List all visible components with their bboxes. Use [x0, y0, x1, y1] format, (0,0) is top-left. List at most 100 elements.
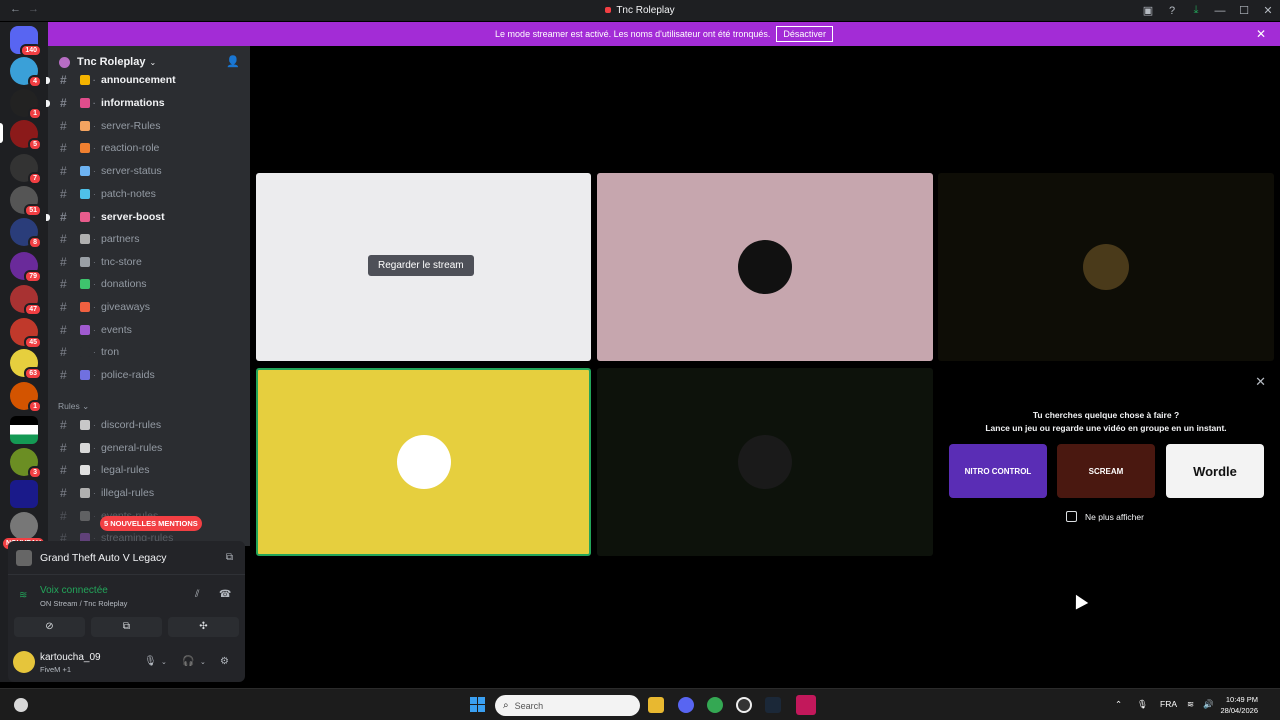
server-icon[interactable]: 47	[10, 285, 42, 316]
invite-people-icon[interactable]: 👤	[226, 55, 240, 68]
channel-item[interactable]: # · server-boost	[46, 207, 246, 227]
server-icon[interactable]: 1	[10, 382, 42, 413]
server-badge: 4	[28, 75, 42, 88]
avatar[interactable]	[13, 651, 35, 673]
chevron-down-icon[interactable]: ⌄	[161, 658, 167, 666]
server-icon[interactable]: 45	[10, 318, 42, 349]
inbox-icon[interactable]: ▣	[1136, 4, 1160, 17]
server-icon[interactable]: 5	[10, 120, 42, 151]
clock[interactable]: 10:49 PM 28/04/2026	[1220, 694, 1258, 716]
stream-game-icon[interactable]: ⧉	[226, 552, 233, 563]
server-icon[interactable]: 79	[10, 252, 42, 283]
wifi-icon[interactable]: ≋	[1187, 699, 1194, 710]
channel-item[interactable]: # · patch-notes	[56, 184, 246, 204]
channel-item[interactable]: # · server-status	[56, 161, 246, 181]
channel-name: partners	[101, 233, 140, 245]
dont-show-again[interactable]: Ne plus afficher	[1066, 511, 1144, 522]
discord-icon[interactable]	[678, 697, 694, 713]
clock-date: 28/04/2026	[1220, 706, 1258, 715]
steam-icon[interactable]	[765, 697, 781, 713]
participant-tile[interactable]	[938, 173, 1274, 361]
noise-suppression-icon[interactable]: ⫽	[195, 589, 199, 600]
show-hidden-icons[interactable]: ⌃	[1115, 699, 1122, 710]
server-icon[interactable]	[10, 480, 38, 508]
close-icon[interactable]: ✕	[1256, 4, 1280, 17]
server-icon[interactable]: 1	[10, 89, 42, 120]
channel-item[interactable]: # · tnc-store	[56, 252, 246, 272]
channel-item[interactable]: # · server-Rules	[56, 116, 246, 136]
microphone-icon[interactable]: 🎙	[1137, 699, 1148, 710]
app-icon[interactable]	[796, 695, 816, 715]
server-icon[interactable]	[10, 512, 38, 540]
camera-off-icon[interactable]: ⊘	[14, 617, 85, 637]
server-icon[interactable]	[10, 416, 38, 444]
participant-tile[interactable]	[597, 368, 933, 556]
taskbar-search[interactable]: ⌕ Search	[495, 695, 640, 716]
channel-item[interactable]: # · partners	[56, 229, 246, 249]
server-icon[interactable]: 63	[10, 349, 42, 380]
signal-icon[interactable]: ≋	[19, 590, 27, 601]
server-icon[interactable]: 3	[10, 448, 42, 479]
screen-share-icon[interactable]: ⧉	[91, 617, 162, 637]
category-rules[interactable]: Rules ⌄	[58, 401, 89, 412]
hash-icon: #	[60, 210, 67, 224]
app-icon[interactable]	[736, 697, 752, 713]
chrome-icon[interactable]	[707, 697, 723, 713]
chevron-down-icon[interactable]: ⌄	[200, 658, 206, 666]
start-button[interactable]	[470, 697, 485, 712]
watch-stream-button[interactable]: Regarder le stream	[368, 255, 474, 276]
channel-name: discord-rules	[101, 419, 162, 431]
direct-messages-icon[interactable]: 140	[10, 26, 42, 57]
voice-channel[interactable]: ON Stream / Tnc Roleplay	[40, 599, 127, 608]
server-icon[interactable]: 7	[10, 154, 42, 185]
settings-gear-icon[interactable]: ⚙	[220, 656, 229, 667]
channel-item[interactable]: # · legal-rules	[56, 460, 246, 480]
volume-icon[interactable]: 🔊	[1203, 699, 1214, 710]
server-icon[interactable]: 8	[10, 218, 42, 249]
disconnect-icon[interactable]: ☎	[219, 589, 231, 600]
participant-tile[interactable]	[597, 173, 933, 361]
channel-item[interactable]: # · donations	[56, 274, 246, 294]
banner-close-icon[interactable]: ✕	[1256, 27, 1266, 41]
channel-item[interactable]: # · informations	[46, 93, 246, 113]
participant-tile-speaking[interactable]	[256, 368, 591, 556]
disable-streamer-button[interactable]: Désactiver	[776, 26, 833, 42]
channel-emoji-icon	[80, 121, 90, 131]
channel-item[interactable]: # · police-raids	[56, 365, 246, 385]
help-icon[interactable]: ?	[1160, 5, 1184, 17]
download-icon[interactable]: ⤓	[1184, 4, 1208, 17]
separator: ·	[93, 370, 96, 380]
channel-item[interactable]: # · giveaways	[56, 297, 246, 317]
channel-emoji-icon	[80, 465, 90, 475]
server-icon[interactable]: 4	[10, 57, 42, 88]
channel-item[interactable]: # · events	[56, 320, 246, 340]
file-explorer-icon[interactable]	[648, 697, 664, 713]
server-badge: 3	[28, 466, 42, 479]
channel-emoji-icon	[80, 166, 90, 176]
separator: ·	[93, 279, 96, 289]
headphones-icon[interactable]: 🎧	[182, 656, 194, 667]
widgets-icon[interactable]	[14, 698, 28, 712]
hash-icon: #	[60, 418, 67, 432]
channel-item[interactable]: # · general-rules	[56, 438, 246, 458]
activity-card-nitro-control[interactable]: NITRO CONTROL	[949, 444, 1047, 498]
close-icon[interactable]: ✕	[1255, 374, 1266, 390]
server-icon[interactable]: 51	[10, 186, 42, 217]
channel-item[interactable]: # · reaction-role	[56, 138, 246, 158]
channel-item[interactable]: # · illegal-rules	[56, 483, 246, 503]
maximize-icon[interactable]: ☐	[1232, 4, 1256, 17]
channel-item[interactable]: # · tron	[56, 342, 246, 362]
minimize-icon[interactable]: —	[1208, 5, 1232, 17]
microphone-icon[interactable]: 🎙	[144, 656, 157, 667]
voice-status: Voix connectée	[40, 585, 108, 596]
activity-card-wordle[interactable]: Wordle	[1166, 444, 1264, 498]
activity-card-scream[interactable]: SCREAM	[1057, 444, 1155, 498]
channel-name: announcement	[101, 74, 176, 86]
checkbox[interactable]	[1066, 511, 1077, 522]
channel-item[interactable]: # · discord-rules	[56, 415, 246, 435]
activities-icon[interactable]: ✣	[168, 617, 239, 637]
language-indicator[interactable]: FRA	[1160, 699, 1177, 709]
stream-tile[interactable]: Regarder le stream	[256, 173, 591, 361]
new-mentions-pill[interactable]: 5 NOUVELLES MENTIONS	[100, 516, 202, 531]
channel-item[interactable]: # · announcement	[46, 70, 246, 90]
